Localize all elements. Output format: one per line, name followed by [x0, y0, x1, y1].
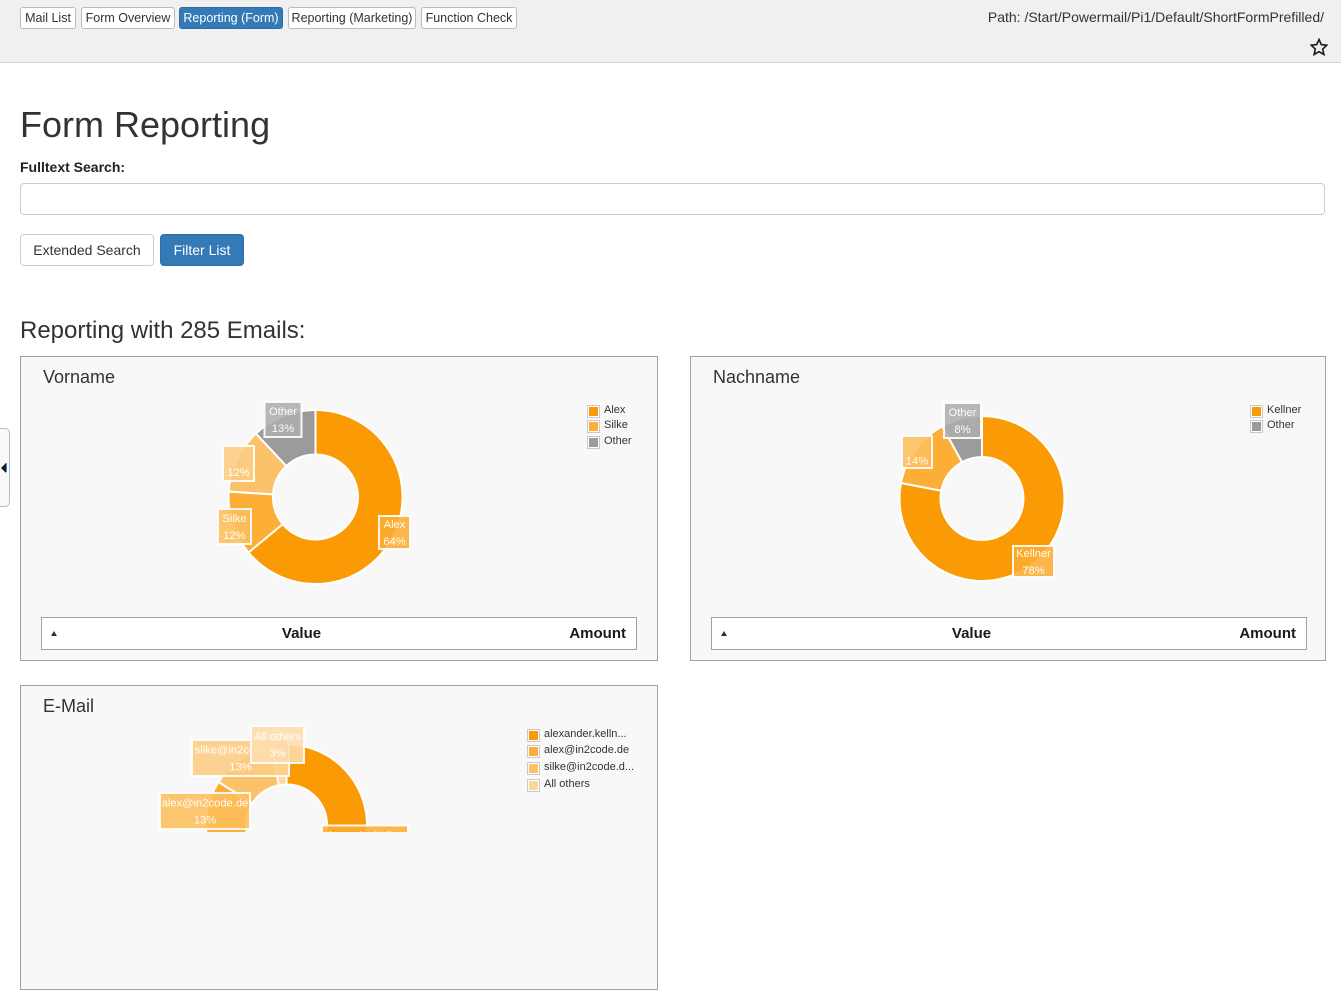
svg-text:13%: 13% — [272, 423, 294, 435]
svg-text:Silke: Silke — [222, 513, 246, 525]
svg-text:8%: 8% — [954, 424, 970, 436]
svg-text:13%: 13% — [229, 761, 251, 773]
svg-text:Kellner: Kellner — [1016, 548, 1051, 560]
svg-text:12%: 12% — [227, 467, 249, 479]
svg-text:64%: 64% — [383, 536, 405, 548]
svg-text:3%: 3% — [269, 748, 285, 760]
svg-text:Alex: Alex — [384, 519, 406, 531]
svg-text:12%: 12% — [223, 530, 245, 542]
svg-text:78%: 78% — [1022, 565, 1044, 577]
svg-text:13%: 13% — [194, 814, 216, 826]
svg-text:Other: Other — [949, 407, 977, 419]
svg-text:14%: 14% — [906, 455, 928, 467]
svg-text:All others: All others — [254, 731, 301, 743]
svg-text:Other: Other — [269, 406, 297, 418]
svg-text:alex@in2code.de: alex@in2code.de — [162, 798, 249, 810]
